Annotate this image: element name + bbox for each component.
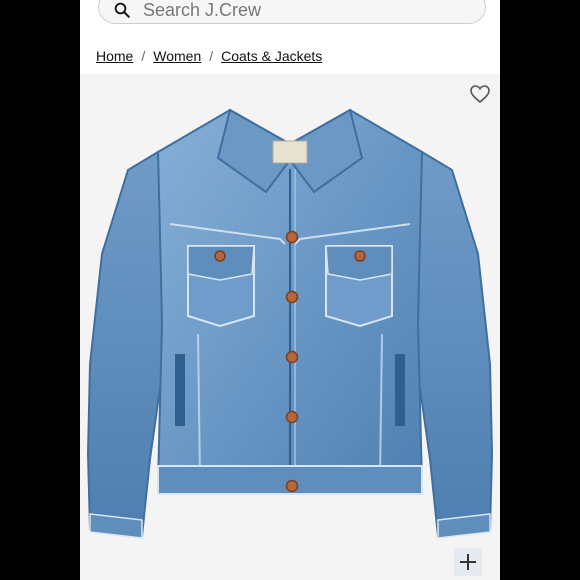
breadcrumb-separator: / bbox=[141, 48, 146, 64]
plus-icon[interactable] bbox=[454, 548, 482, 576]
denim-jacket-icon bbox=[80, 74, 500, 580]
search-bar[interactable] bbox=[98, 0, 486, 24]
breadcrumb-separator: / bbox=[209, 48, 214, 64]
breadcrumb-women[interactable]: Women bbox=[153, 48, 201, 64]
breadcrumb: Home / Women / Coats & Jackets bbox=[96, 48, 322, 64]
search-icon[interactable] bbox=[113, 1, 131, 19]
search-input[interactable] bbox=[141, 0, 445, 22]
heart-icon[interactable] bbox=[468, 82, 492, 106]
breadcrumb-home[interactable]: Home bbox=[96, 48, 133, 64]
right-edge bbox=[500, 0, 580, 580]
product-page: Home / Women / Coats & Jackets bbox=[0, 0, 580, 580]
product-image[interactable] bbox=[80, 74, 500, 580]
left-edge bbox=[0, 0, 80, 580]
breadcrumb-coats-jackets[interactable]: Coats & Jackets bbox=[221, 48, 322, 64]
